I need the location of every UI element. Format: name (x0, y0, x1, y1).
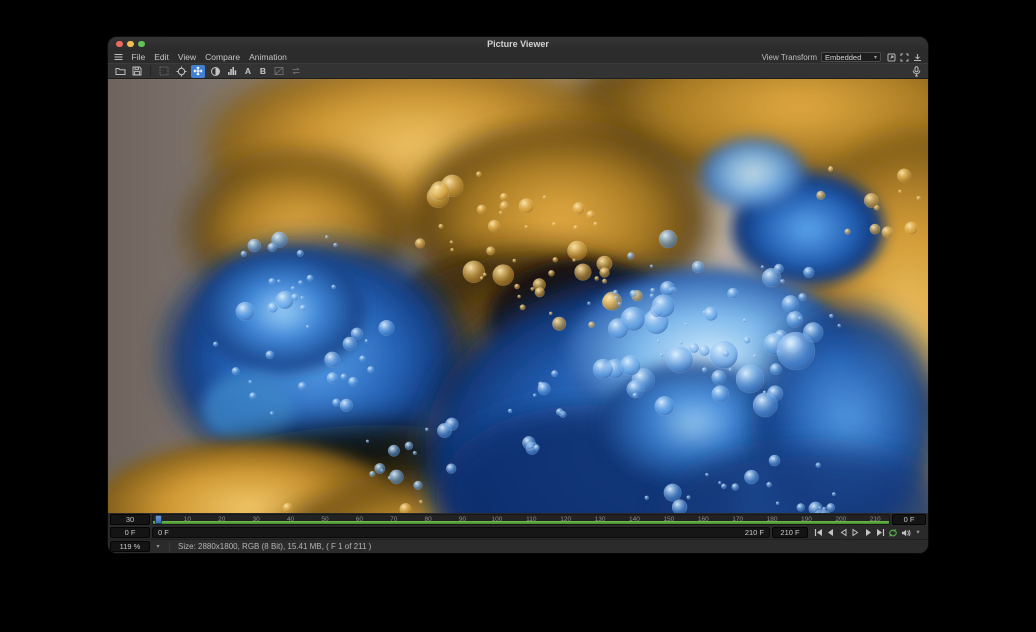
timeline-tick-label: 20 (218, 516, 225, 523)
menu-item-view[interactable]: View (173, 52, 200, 62)
image-info-text: Size: 2880x1800, RGB (8 Bit), 15.41 MB, … (169, 542, 371, 552)
transport-options-dropdown[interactable]: ▾ (913, 528, 923, 538)
timeline-tick-label: 10 (184, 516, 191, 523)
end-frame-field[interactable]: 210 F (772, 527, 808, 538)
timeline-tick-label: 210 (870, 516, 881, 523)
status-bar: 119 % ▾ Size: 2880x1800, RGB (8 Bit), 15… (108, 539, 928, 553)
timeline-tick-label: 100 (491, 516, 502, 523)
range-start-label: 0 F (158, 528, 169, 537)
timeline-tick-label: 160 (698, 516, 709, 523)
range-end-label: 210 F (745, 528, 764, 537)
view-transform-label: View Transform (762, 53, 817, 62)
version-a-button[interactable]: A (242, 65, 254, 78)
traffic-lights (116, 41, 145, 48)
timeline-tick-label: 60 (356, 516, 363, 523)
previous-frame-button[interactable] (826, 528, 836, 538)
timeline-row: 30 1020304050607080901001101201301401501… (108, 513, 928, 526)
framerate-field[interactable]: 30 (110, 514, 150, 525)
view-transform-value: Embedded (825, 53, 861, 62)
zoom-window-button[interactable] (138, 41, 145, 48)
cached-frames-bar (153, 521, 889, 524)
play-forward-button[interactable] (851, 528, 861, 538)
open-new-window-icon[interactable] (887, 53, 896, 62)
close-window-button[interactable] (116, 41, 123, 48)
timeline-tick-label: 50 (321, 516, 328, 523)
window-title: Picture Viewer (108, 39, 928, 49)
desktop-background: Picture Viewer FileEditViewCompareAnimat… (0, 0, 1036, 632)
zoom-preset-dropdown[interactable]: ▾ (153, 541, 163, 552)
loop-playback-button[interactable] (888, 528, 898, 538)
timeline-tick-label: 70 (390, 516, 397, 523)
goto-start-button[interactable] (813, 528, 823, 538)
next-frame-button[interactable] (863, 528, 873, 538)
fullscreen-icon[interactable] (900, 53, 909, 62)
timeline-tick-label: 80 (425, 516, 432, 523)
transport-row: 0 F 0 F 210 F 210 F (108, 526, 928, 539)
play-backward-button[interactable] (838, 528, 848, 538)
hamburger-menu-icon[interactable] (114, 53, 123, 61)
menu-item-compare[interactable]: Compare (201, 52, 245, 62)
timeline-tick-label: 130 (595, 516, 606, 523)
pan-tool-button[interactable] (191, 65, 205, 78)
timeline-tick-label: 90 (459, 516, 466, 523)
current-frame-field[interactable]: 0 F (110, 527, 150, 538)
compare-swap-icon[interactable] (289, 65, 303, 78)
timeline-tick-label: 120 (560, 516, 571, 523)
menu-item-animation[interactable]: Animation (245, 52, 292, 62)
contrast-icon[interactable] (208, 65, 222, 78)
render-canvas[interactable] (108, 79, 928, 513)
timeline-tick-label: 40 (287, 516, 294, 523)
toolbar: A B (108, 63, 928, 79)
save-image-button[interactable] (130, 65, 144, 78)
rendered-image (108, 79, 928, 513)
menu-item-edit[interactable]: Edit (150, 52, 174, 62)
preview-range-slider[interactable]: 0 F 210 F (152, 527, 770, 538)
timeline-tick-label: 170 (732, 516, 743, 523)
version-b-button[interactable]: B (257, 65, 269, 78)
region-select-icon[interactable] (157, 65, 171, 78)
menu-items: FileEditViewCompareAnimation (127, 52, 291, 62)
export-image-icon[interactable] (913, 53, 922, 62)
microphone-icon[interactable] (909, 65, 923, 78)
view-transform-select[interactable]: Embedded ▾ (821, 52, 881, 62)
timeline-frame-field[interactable]: 0 F (892, 514, 926, 525)
timeline-tick-label: 110 (526, 516, 536, 523)
chevron-down-icon: ▾ (874, 54, 877, 61)
menu-bar: FileEditViewCompareAnimation View Transf… (108, 51, 928, 63)
histogram-icon[interactable] (225, 65, 239, 78)
transport-controls: ▾ (810, 528, 926, 538)
menu-item-file[interactable]: File (127, 52, 150, 62)
timeline-tick-label: 30 (253, 516, 260, 523)
timeline-tick-label: 140 (629, 516, 640, 523)
compare-ab-split-icon[interactable] (272, 65, 286, 78)
open-folder-button[interactable] (113, 65, 127, 78)
timeline-tick-label: 180 (767, 516, 778, 523)
toolbar-separator (150, 66, 151, 76)
minimize-window-button[interactable] (127, 41, 134, 48)
sound-toggle-button[interactable] (901, 528, 911, 538)
timeline-tick-label: 150 (663, 516, 674, 523)
timeline-ruler[interactable]: 10 20 30 40 50 60 70 80 90 100 110 120 130 140 150 160 1… (152, 514, 890, 525)
goto-end-button[interactable] (876, 528, 886, 538)
timeline-tick-label: 200 (835, 516, 846, 523)
target-tool-icon[interactable] (174, 65, 188, 78)
window-titlebar[interactable]: Picture Viewer (108, 37, 928, 51)
timeline-scrubber-handle[interactable] (155, 515, 162, 524)
picture-viewer-window: Picture Viewer FileEditViewCompareAnimat… (108, 37, 928, 553)
timeline-tick-label: 190 (801, 516, 812, 523)
zoom-level-field[interactable]: 119 % (110, 541, 150, 552)
